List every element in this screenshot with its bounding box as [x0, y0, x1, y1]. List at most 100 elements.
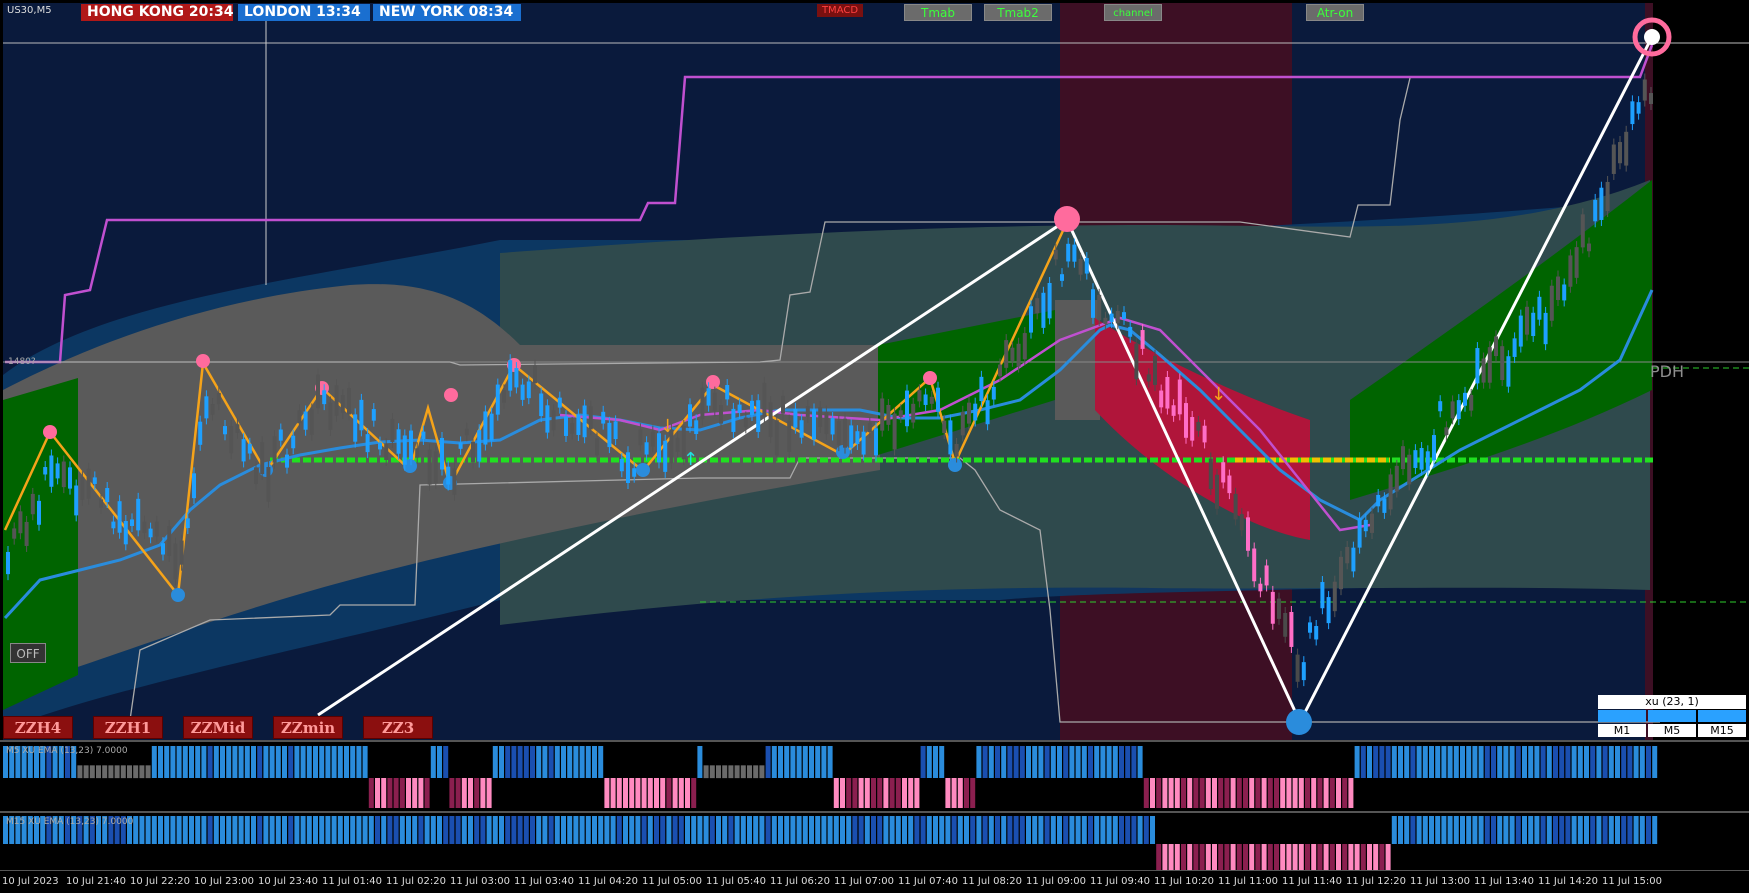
zzh1-button[interactable]: ZZH1 — [93, 716, 163, 739]
histogram-bar — [195, 816, 201, 844]
candle-body — [1339, 556, 1343, 590]
histogram-bar — [1534, 816, 1540, 844]
histogram-bar — [1553, 746, 1558, 778]
candle-body — [991, 386, 996, 400]
histogram-bar — [319, 816, 325, 844]
candle-body — [1419, 447, 1424, 470]
histogram-bar — [852, 778, 858, 808]
histogram-bar — [189, 746, 194, 778]
histogram-bar — [368, 778, 374, 808]
candle-body — [1190, 417, 1195, 441]
histogram-bar — [486, 778, 492, 808]
histogram-bar — [635, 778, 641, 808]
histogram-bar — [1181, 844, 1186, 870]
histogram-bar — [1596, 816, 1602, 844]
candle-body — [514, 368, 519, 388]
histogram-bar — [1608, 746, 1614, 778]
candle-body — [458, 442, 463, 449]
zzmid-button[interactable]: ZZMid — [183, 716, 253, 739]
candle-body — [1022, 333, 1027, 360]
candle-body — [1258, 583, 1263, 592]
candle-body — [1450, 401, 1455, 419]
histogram-bar — [914, 778, 920, 808]
candle-body — [1407, 454, 1412, 485]
histogram-bar — [536, 816, 542, 844]
candle-body — [1140, 330, 1145, 349]
histogram-bar — [1081, 746, 1087, 778]
histogram-bar — [437, 746, 442, 778]
candle-body — [1624, 131, 1629, 166]
histogram-bar — [1367, 844, 1372, 870]
candle-body — [402, 435, 407, 465]
histogram-bar — [1050, 746, 1056, 778]
histogram-bar — [1391, 746, 1397, 778]
candle-body — [1481, 358, 1486, 383]
histogram-bar — [1156, 778, 1162, 808]
histogram-bar — [598, 746, 604, 778]
histogram-bar — [486, 816, 492, 844]
channel-button[interactable]: channel — [1104, 4, 1162, 21]
tmacd-button[interactable]: TMACD — [817, 4, 863, 17]
candle-body — [663, 440, 668, 472]
candle-body — [688, 404, 692, 427]
histogram-bar — [226, 816, 232, 844]
histogram-bar — [207, 816, 213, 844]
time-axis-label: 11 Jul 07:00 — [834, 876, 894, 887]
atr-on-button[interactable]: Atr-on — [1306, 4, 1364, 21]
histogram-bar — [709, 816, 715, 844]
histogram-bar — [1032, 746, 1038, 778]
tmab-button[interactable]: Tmab — [904, 4, 972, 21]
histogram-bar — [703, 765, 709, 779]
histogram-bar — [1472, 746, 1478, 778]
histogram-bar — [412, 816, 418, 844]
candle-body — [1438, 401, 1443, 412]
candle-body — [570, 422, 575, 434]
histogram-bar — [449, 816, 455, 844]
price-chart[interactable]: ↓ ↑ ↓ — [0, 0, 1749, 893]
candle-body — [855, 431, 860, 444]
candle-body — [1456, 400, 1461, 420]
histogram-bar — [83, 765, 89, 779]
timeframe-m15[interactable]: M15 — [1698, 724, 1746, 737]
zzh4-button[interactable]: ZZH4 — [3, 716, 73, 739]
histogram-bar — [1379, 844, 1385, 870]
histogram-bar — [1081, 816, 1087, 844]
candle-body — [675, 437, 680, 452]
histogram-bar — [1162, 844, 1168, 870]
off-button[interactable]: OFF — [10, 643, 46, 663]
session-city: HONG KONG — [87, 4, 185, 20]
histogram-bar — [815, 816, 821, 844]
histogram-bar — [1515, 746, 1521, 778]
zzmin-button[interactable]: ZZmin — [273, 716, 343, 739]
timeframe-m1[interactable]: M1 — [1598, 724, 1646, 737]
candle-body — [1494, 336, 1498, 357]
candle-body — [1295, 654, 1300, 682]
candle-body — [495, 384, 500, 415]
histogram-bar — [1224, 844, 1230, 870]
timeframe-m5[interactable]: M5 — [1648, 724, 1696, 737]
histogram-bar — [158, 816, 163, 844]
histogram-bar — [220, 816, 225, 844]
histogram-bar — [1484, 816, 1490, 844]
histogram-bar — [951, 778, 957, 808]
candle-body — [117, 501, 122, 533]
histogram-bar — [244, 746, 250, 778]
histogram-bar — [1497, 746, 1503, 778]
histogram-bar — [269, 816, 275, 844]
zz3-button[interactable]: ZZ3 — [363, 716, 433, 739]
candle-body — [378, 442, 382, 450]
candle-body — [347, 387, 351, 415]
histogram-bar — [381, 778, 387, 808]
time-axis-separator — [0, 870, 1749, 871]
candle-body — [1593, 199, 1598, 222]
histogram-bar — [1534, 746, 1540, 778]
histogram-bar — [1156, 844, 1162, 870]
histogram-bar — [1615, 816, 1620, 844]
histogram-bar — [827, 746, 833, 778]
histogram-bar — [728, 765, 734, 779]
histogram-bar — [424, 816, 430, 844]
candle-body — [805, 405, 810, 417]
tmab2-button[interactable]: Tmab2 — [984, 4, 1052, 21]
histogram-bar — [840, 778, 845, 808]
histogram-bar — [666, 816, 672, 844]
